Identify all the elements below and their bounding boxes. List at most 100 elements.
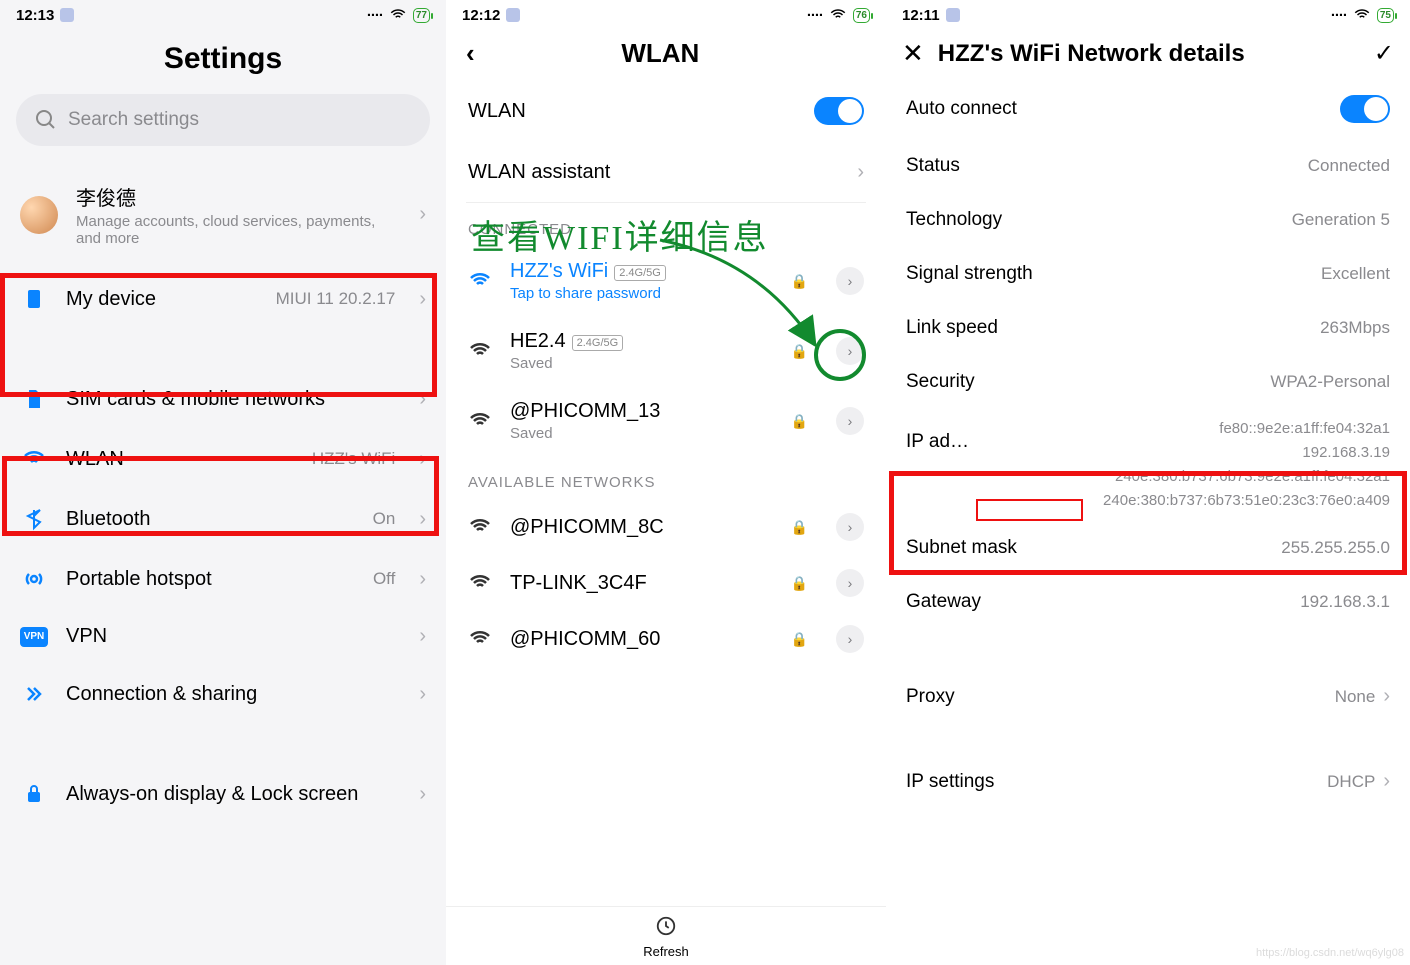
chevron-right-icon: › — [419, 783, 426, 806]
wifi-icon — [22, 447, 46, 471]
wlan-assistant-row[interactable]: WLAN assistant › — [446, 143, 886, 202]
row-always-on-display[interactable]: Always-on display & Lock screen › — [0, 764, 446, 824]
confirm-button[interactable]: ✓ — [1374, 39, 1394, 68]
watermark: https://blog.csdn.net/wq6ylg08 — [1256, 947, 1404, 959]
row-gateway: Gateway192.168.3.1 — [886, 575, 1410, 629]
chevron-right-icon: › — [419, 203, 426, 226]
vpn-icon: VPN — [20, 627, 48, 647]
account-row[interactable]: 李俊德 Manage accounts, cloud services, pay… — [0, 166, 446, 263]
account-name: 李俊德 — [76, 182, 401, 211]
section-available: AVAILABLE NETWORKS — [446, 456, 886, 499]
wlan-toggle-row[interactable]: WLAN — [446, 79, 886, 143]
app-icon — [946, 8, 960, 22]
chevron-right-icon: › — [419, 508, 426, 531]
row-signal: Signal strengthExcellent — [886, 247, 1410, 301]
net-avail-2[interactable]: @PHICOMM_60 🔒 › — [446, 611, 886, 667]
lock-icon — [22, 782, 46, 806]
battery-icon: 77 — [413, 8, 430, 23]
signal-dots-icon — [1331, 7, 1347, 24]
chevron-right-icon: › — [1383, 770, 1390, 793]
status-bar: 12:12 76 — [446, 0, 886, 28]
row-security: SecurityWPA2-Personal — [886, 355, 1410, 409]
row-vpn[interactable]: VPN VPN › — [0, 609, 446, 664]
row-technology: TechnologyGeneration 5 — [886, 193, 1410, 247]
row-sim[interactable]: SIM cards & mobile networks › — [0, 369, 446, 429]
signal-dots-icon — [367, 7, 383, 24]
status-bar: 12:11 75 — [886, 0, 1410, 28]
search-icon — [34, 108, 58, 132]
wifi-icon — [468, 409, 492, 433]
details-button[interactable]: › — [836, 267, 864, 295]
chevron-right-icon: › — [1383, 685, 1390, 708]
page-title: Settings — [0, 28, 446, 94]
wifi-icon — [468, 627, 492, 651]
wifi-icon — [468, 339, 492, 363]
chevron-right-icon: › — [857, 161, 864, 184]
row-bluetooth[interactable]: Bluetooth On › — [0, 489, 446, 549]
wifi-icon — [829, 6, 847, 24]
status-time: 12:11 — [902, 7, 940, 24]
wifi-icon — [468, 515, 492, 539]
battery-icon: 75 — [1377, 8, 1394, 23]
wifi-icon — [468, 571, 492, 595]
lock-icon: 🔒 — [791, 519, 808, 536]
row-status: StatusConnected — [886, 139, 1410, 193]
refresh-button[interactable]: Refresh — [446, 906, 886, 965]
row-link-speed: Link speed263Mbps — [886, 301, 1410, 355]
close-button[interactable]: ✕ — [902, 38, 924, 69]
signal-dots-icon — [807, 7, 823, 24]
app-icon — [506, 8, 520, 22]
details-button[interactable]: › — [836, 337, 864, 365]
lock-icon: 🔒 — [791, 575, 808, 592]
wlan-toggle[interactable] — [814, 97, 864, 125]
lock-icon: 🔒 — [791, 273, 808, 290]
net-saved-1[interactable]: @PHICOMM_13 Saved 🔒 › — [446, 386, 886, 456]
chevron-right-icon: › — [419, 388, 426, 411]
sim-icon — [22, 387, 46, 411]
row-wlan[interactable]: WLAN HZZ's WiFi › — [0, 429, 446, 489]
chevron-right-icon: › — [419, 625, 426, 648]
page-title: HZZ's WiFi Network details — [938, 40, 1374, 68]
details-button[interactable]: › — [836, 625, 864, 653]
row-my-device[interactable]: My device MIUI 11 20.2.17 › — [0, 269, 446, 329]
row-ip-settings[interactable]: IP settingsDHCP› — [886, 754, 1410, 809]
row-connection-sharing[interactable]: Connection & sharing › — [0, 664, 446, 724]
net-avail-0[interactable]: @PHICOMM_8C 🔒 › — [446, 499, 886, 555]
avatar — [20, 196, 58, 234]
row-subnet: Subnet mask255.255.255.0 — [886, 521, 1410, 575]
details-button[interactable]: › — [836, 407, 864, 435]
section-connected: CONNECTED — [446, 203, 886, 246]
row-auto-connect[interactable]: Auto connect — [886, 79, 1410, 139]
page-title: WLAN — [455, 38, 866, 69]
chevron-right-icon: › — [419, 568, 426, 591]
status-time: 12:13 — [16, 7, 54, 24]
details-button[interactable]: › — [836, 569, 864, 597]
lock-icon: 🔒 — [791, 413, 808, 430]
details-button[interactable]: › — [836, 513, 864, 541]
search-input[interactable]: Search settings — [16, 94, 430, 146]
wifi-icon — [468, 269, 492, 293]
wifi-icon — [1353, 6, 1371, 24]
lock-icon: 🔒 — [791, 631, 808, 648]
bluetooth-icon — [22, 507, 46, 531]
status-bar: 12:13 77 — [0, 0, 446, 28]
row-proxy[interactable]: ProxyNone› — [886, 669, 1410, 724]
wifi-icon — [389, 6, 407, 24]
net-avail-1[interactable]: TP-LINK_3C4F 🔒 › — [446, 555, 886, 611]
chevron-right-icon: › — [419, 683, 426, 706]
battery-icon: 76 — [853, 8, 870, 23]
hotspot-icon — [22, 567, 46, 591]
status-time: 12:12 — [462, 7, 500, 24]
auto-connect-toggle[interactable] — [1340, 95, 1390, 123]
lock-icon: 🔒 — [791, 343, 808, 360]
device-icon — [22, 287, 46, 311]
row-ip-address: IP ad… fe80::9e2e:a1ff:fe04:32a1 192.168… — [886, 409, 1410, 521]
row-hotspot[interactable]: Portable hotspot Off › — [0, 549, 446, 609]
refresh-icon — [655, 915, 677, 937]
chevron-right-icon: › — [419, 448, 426, 471]
net-saved-0[interactable]: HE2.42.4G/5G Saved 🔒 › — [446, 316, 886, 386]
app-icon — [60, 8, 74, 22]
chevron-right-icon: › — [419, 288, 426, 311]
account-sub: Manage accounts, cloud services, payment… — [76, 213, 401, 247]
net-connected[interactable]: HZZ's WiFi2.4G/5G Tap to share password … — [446, 246, 886, 316]
